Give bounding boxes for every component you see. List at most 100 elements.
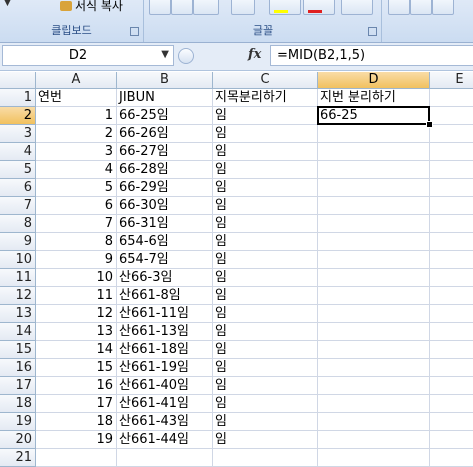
- cell-a4[interactable]: 3: [36, 143, 117, 161]
- row-header-7[interactable]: 7: [0, 197, 36, 215]
- cell-a5[interactable]: 4: [36, 161, 117, 179]
- cell-e13[interactable]: [430, 305, 473, 323]
- row-header-16[interactable]: 16: [0, 359, 36, 377]
- cell-e15[interactable]: [430, 341, 473, 359]
- row-header-8[interactable]: 8: [0, 215, 36, 233]
- cell-b8[interactable]: 66-31임: [117, 215, 213, 233]
- cell-d19[interactable]: [318, 413, 430, 431]
- column-header-b[interactable]: B: [117, 72, 213, 89]
- insert-function-icon[interactable]: fx: [248, 47, 261, 62]
- cell-a21[interactable]: [36, 449, 117, 467]
- cell-b9[interactable]: 654-6임: [117, 233, 213, 251]
- cell-d15[interactable]: [318, 341, 430, 359]
- cell-c3[interactable]: 임: [213, 125, 318, 143]
- cell-e1[interactable]: [430, 89, 473, 107]
- cell-c8[interactable]: 임: [213, 215, 318, 233]
- cell-c15[interactable]: 임: [213, 341, 318, 359]
- italic-button[interactable]: [149, 0, 171, 15]
- select-all-corner[interactable]: [0, 72, 36, 89]
- formula-bar-splitter[interactable]: [178, 48, 194, 64]
- cell-e20[interactable]: [430, 431, 473, 449]
- cell-d17[interactable]: [318, 377, 430, 395]
- cell-d7[interactable]: [318, 197, 430, 215]
- column-header-d[interactable]: D: [318, 72, 430, 89]
- cell-c9[interactable]: 임: [213, 233, 318, 251]
- cell-a18[interactable]: 17: [36, 395, 117, 413]
- cell-b5[interactable]: 66-28임: [117, 161, 213, 179]
- cell-a2[interactable]: 1: [36, 107, 117, 125]
- align-left-button[interactable]: [388, 0, 410, 15]
- cell-e8[interactable]: [430, 215, 473, 233]
- fill-color-button[interactable]: [269, 0, 301, 15]
- phonetic-button[interactable]: [341, 0, 373, 15]
- align-right-button[interactable]: [432, 0, 454, 15]
- formula-input[interactable]: =MID(B2,1,5): [270, 45, 473, 66]
- cell-a9[interactable]: 8: [36, 233, 117, 251]
- cell-c14[interactable]: 임: [213, 323, 318, 341]
- cell-e17[interactable]: [430, 377, 473, 395]
- cell-d9[interactable]: [318, 233, 430, 251]
- cell-e11[interactable]: [430, 269, 473, 287]
- cell-a17[interactable]: 16: [36, 377, 117, 395]
- cell-e19[interactable]: [430, 413, 473, 431]
- cell-e9[interactable]: [430, 233, 473, 251]
- cell-c5[interactable]: 임: [213, 161, 318, 179]
- font-color-button[interactable]: [303, 0, 335, 15]
- cell-b21[interactable]: [117, 449, 213, 467]
- cell-d13[interactable]: [318, 305, 430, 323]
- cell-c21[interactable]: [213, 449, 318, 467]
- row-header-10[interactable]: 10: [0, 251, 36, 269]
- cell-d10[interactable]: [318, 251, 430, 269]
- cell-e3[interactable]: [430, 125, 473, 143]
- cell-a6[interactable]: 5: [36, 179, 117, 197]
- cell-a15[interactable]: 14: [36, 341, 117, 359]
- format-painter-button[interactable]: 서식 복사: [60, 0, 123, 14]
- row-header-20[interactable]: 20: [0, 431, 36, 449]
- cell-d18[interactable]: [318, 395, 430, 413]
- cell-d21[interactable]: [318, 449, 430, 467]
- cell-d8[interactable]: [318, 215, 430, 233]
- cell-a19[interactable]: 18: [36, 413, 117, 431]
- cell-b16[interactable]: 산661-19임: [117, 359, 213, 377]
- cell-b18[interactable]: 산661-41임: [117, 395, 213, 413]
- row-header-14[interactable]: 14: [0, 323, 36, 341]
- cell-d20[interactable]: [318, 431, 430, 449]
- cell-d6[interactable]: [318, 179, 430, 197]
- font-dialog-launcher-icon[interactable]: [368, 27, 377, 36]
- row-header-4[interactable]: 4: [0, 143, 36, 161]
- row-header-11[interactable]: 11: [0, 269, 36, 287]
- cell-d5[interactable]: [318, 161, 430, 179]
- align-center-button[interactable]: [410, 0, 432, 15]
- cell-d16[interactable]: [318, 359, 430, 377]
- cell-a11[interactable]: 10: [36, 269, 117, 287]
- column-header-a[interactable]: A: [36, 72, 117, 89]
- cell-e4[interactable]: [430, 143, 473, 161]
- row-header-9[interactable]: 9: [0, 233, 36, 251]
- cell-c13[interactable]: 임: [213, 305, 318, 323]
- cell-e16[interactable]: [430, 359, 473, 377]
- cell-c11[interactable]: 임: [213, 269, 318, 287]
- cell-d1[interactable]: 지번 분리하기: [318, 89, 430, 107]
- row-header-2[interactable]: 2: [0, 107, 36, 125]
- cell-b6[interactable]: 66-29임: [117, 179, 213, 197]
- cell-b14[interactable]: 산661-13임: [117, 323, 213, 341]
- cell-e5[interactable]: [430, 161, 473, 179]
- cell-d3[interactable]: [318, 125, 430, 143]
- cell-b4[interactable]: 66-27임: [117, 143, 213, 161]
- cell-e6[interactable]: [430, 179, 473, 197]
- cell-c20[interactable]: 임: [213, 431, 318, 449]
- cell-d2[interactable]: 66-25: [318, 107, 430, 125]
- cell-a14[interactable]: 13: [36, 323, 117, 341]
- cell-e10[interactable]: [430, 251, 473, 269]
- cell-d11[interactable]: [318, 269, 430, 287]
- column-header-c[interactable]: C: [213, 72, 318, 89]
- cell-a13[interactable]: 12: [36, 305, 117, 323]
- cell-c19[interactable]: 임: [213, 413, 318, 431]
- row-header-17[interactable]: 17: [0, 377, 36, 395]
- cell-b20[interactable]: 산661-44임: [117, 431, 213, 449]
- row-header-13[interactable]: 13: [0, 305, 36, 323]
- cell-b15[interactable]: 산661-18임: [117, 341, 213, 359]
- cell-c18[interactable]: 임: [213, 395, 318, 413]
- cell-e12[interactable]: [430, 287, 473, 305]
- row-header-12[interactable]: 12: [0, 287, 36, 305]
